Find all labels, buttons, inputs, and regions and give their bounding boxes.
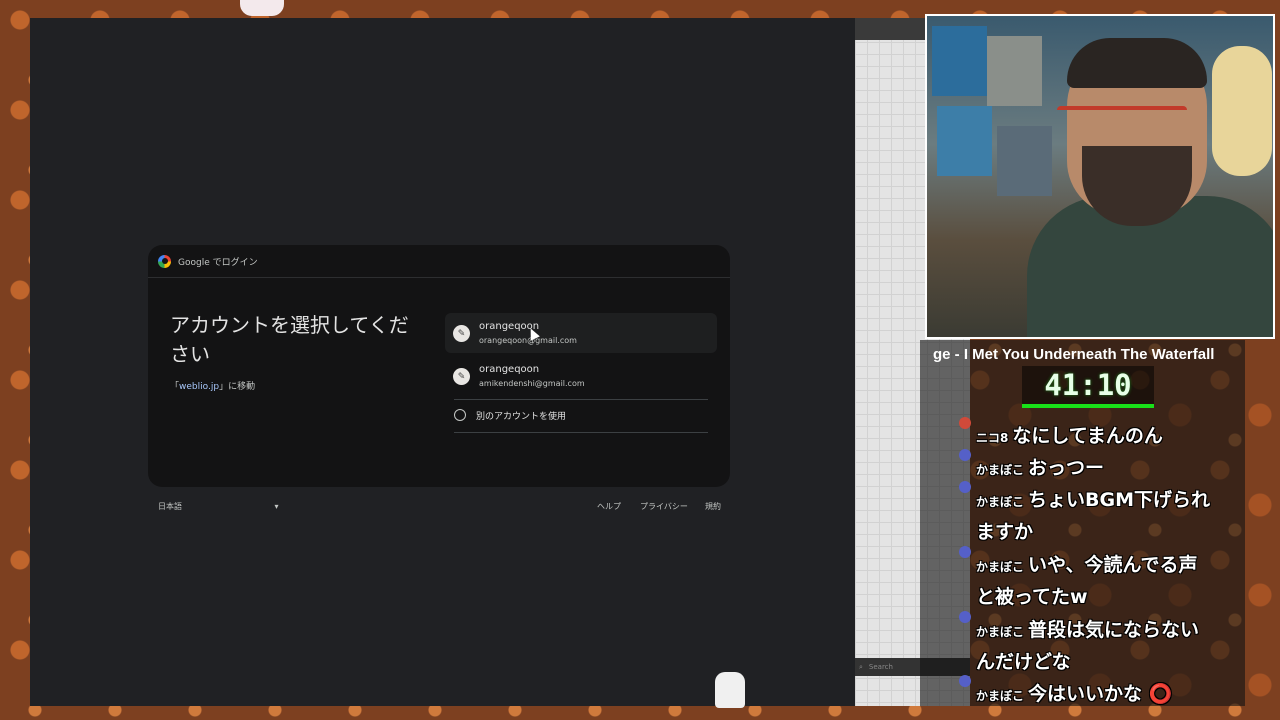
- chat-message: かまぼこ ちょいBGM下げられ: [976, 489, 1211, 511]
- speedrun-timer: 41:10: [1022, 366, 1154, 408]
- page-heading: アカウントを選択してください: [170, 313, 409, 366]
- pixel-sprite-top: [240, 0, 284, 16]
- site-link[interactable]: weblio.jp: [179, 382, 219, 392]
- chat-message: かまぼこ おっつー: [976, 457, 1105, 479]
- wall-poster: [997, 126, 1052, 196]
- chevron-down-icon: ▾: [274, 502, 279, 511]
- webcam-feed: [925, 14, 1275, 339]
- account-item-1[interactable]: ✎ orangeqoon orangeqoon@gmail.com: [445, 313, 717, 353]
- chat-message-cont: ますか: [976, 521, 1034, 543]
- chat-message-cont: と被ってたw: [976, 586, 1088, 608]
- chat-badge-icon: [959, 449, 971, 461]
- avatar: ✎: [453, 368, 470, 385]
- wall-poster: [932, 26, 987, 96]
- wall-poster: [987, 36, 1042, 106]
- continue-to-text: 「weblio.jp」に移動: [170, 382, 256, 392]
- dialog-title: Google でログイン: [178, 257, 258, 268]
- account-email: amikendenshi@gmail.com: [479, 379, 585, 388]
- person-icon: [454, 409, 466, 421]
- chat-badge-icon: [959, 611, 971, 623]
- help-link[interactable]: ヘルプ: [597, 501, 621, 512]
- browser-window: Google でログイン アカウントを選択してください 「weblio.jp」に…: [30, 18, 855, 706]
- now-playing: ge - I Met You Underneath The Waterfall: [933, 346, 1215, 363]
- chat-badge-icon: [959, 481, 971, 493]
- chat-message: ニコ8 なにしてまんのん: [976, 425, 1163, 447]
- use-another-account[interactable]: 別のアカウントを使用: [454, 405, 566, 425]
- chat-message-cont: んだけどな: [976, 651, 1071, 673]
- google-account-chooser: Google でログイン アカウントを選択してください 「weblio.jp」に…: [148, 245, 730, 487]
- chat-message: かまぼこ 今はいいかな ⭕: [976, 683, 1173, 705]
- account-item-2[interactable]: ✎ orangeqoon amikendenshi@gmail.com: [445, 356, 717, 396]
- use-another-label: 別のアカウントを使用: [476, 411, 567, 422]
- wall-poster: [937, 106, 992, 176]
- account-name: orangeqoon: [479, 364, 540, 375]
- divider: [454, 399, 708, 400]
- chat-badge-icon: [959, 417, 971, 429]
- account-email: orangeqoon@gmail.com: [479, 336, 577, 345]
- timer-text: 41:10: [1044, 368, 1132, 402]
- glasses: [1057, 106, 1187, 132]
- dialog-header: Google でログイン: [148, 245, 730, 278]
- pixel-sprite-cat: [715, 672, 745, 708]
- divider: [454, 432, 708, 433]
- timer-progress-fill: [1022, 404, 1154, 408]
- avatar: ✎: [453, 325, 470, 342]
- teddy-bear: [1212, 46, 1272, 176]
- google-logo-icon: [158, 254, 171, 268]
- chat-message: かまぼこ いや、今読んでる声: [976, 554, 1198, 576]
- streamer-hair: [1067, 38, 1207, 88]
- chat-badge-icon: [959, 546, 971, 558]
- privacy-link[interactable]: プライバシー: [640, 501, 688, 512]
- language-select[interactable]: 日本語 ▾: [158, 501, 279, 512]
- chat-message: かまぼこ 普段は気にならない: [976, 619, 1200, 641]
- timer-progress-bar: [1022, 404, 1154, 408]
- terms-link[interactable]: 規約: [705, 501, 721, 512]
- chat-badge-icon: [959, 675, 971, 687]
